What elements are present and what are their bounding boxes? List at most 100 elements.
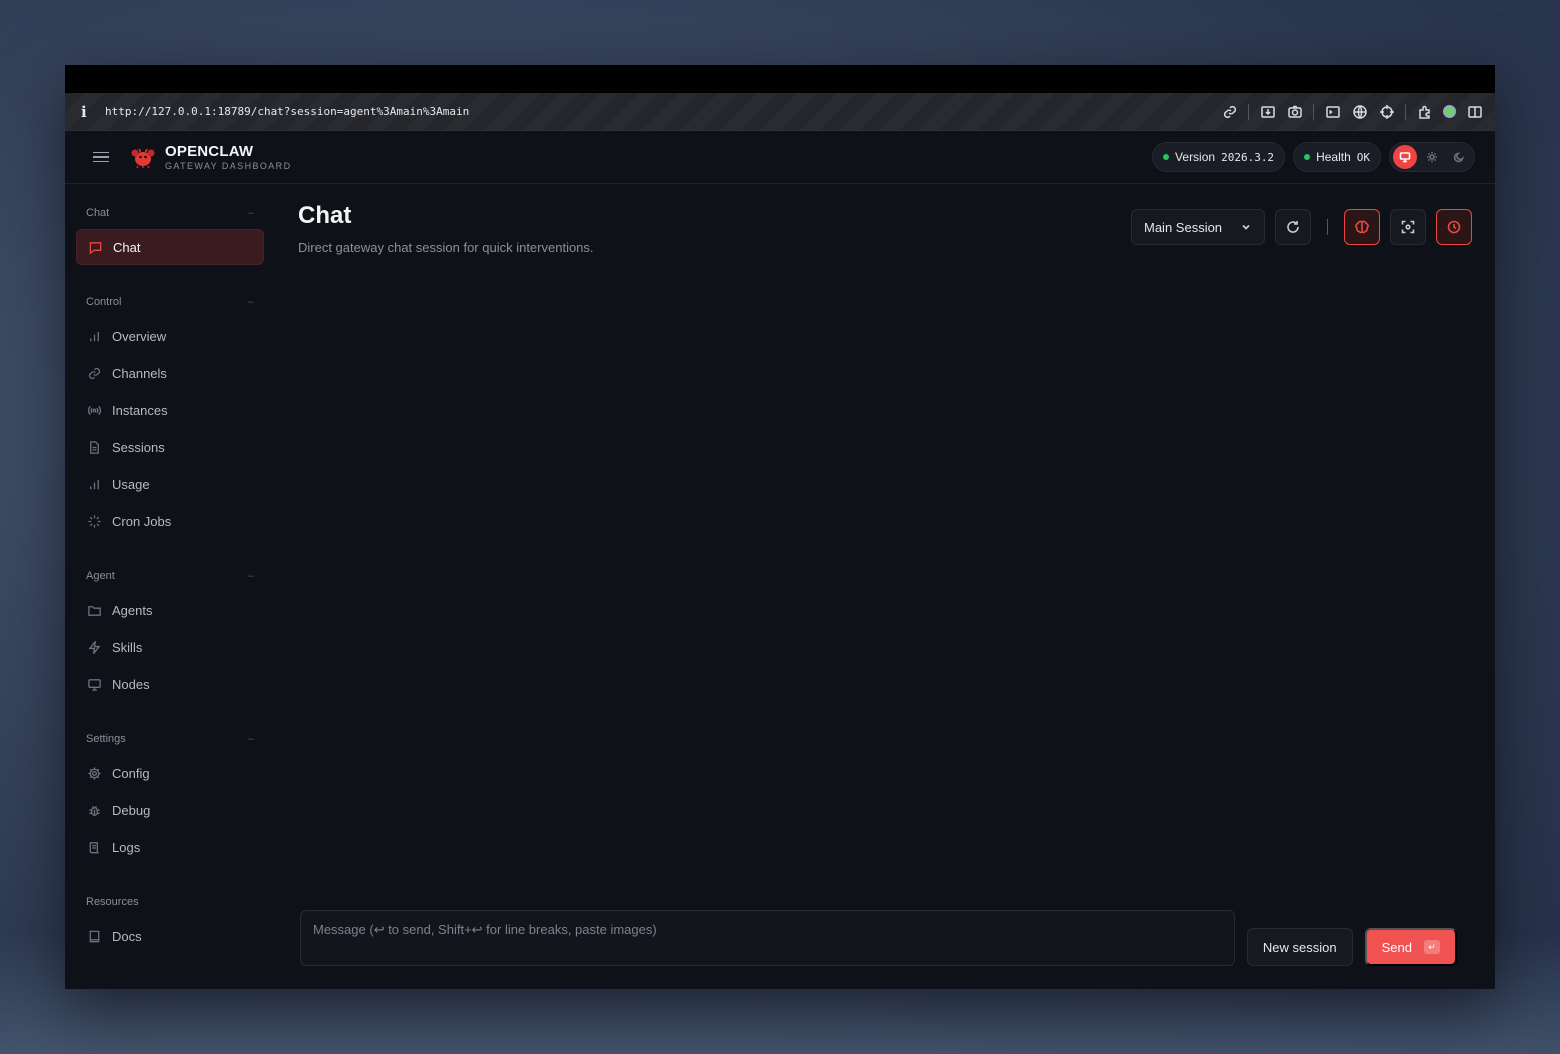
message-input[interactable] xyxy=(300,910,1235,966)
nav-group-chat: Chat – Chat xyxy=(76,198,264,265)
sidebar-item-logs[interactable]: Logs xyxy=(76,829,264,865)
nav-group-header[interactable]: Settings – xyxy=(76,724,264,754)
toolbar-divider xyxy=(1327,219,1328,235)
globe-icon[interactable] xyxy=(1351,103,1368,120)
thinking-toggle-button[interactable] xyxy=(1344,209,1380,245)
folder-icon xyxy=(88,605,101,616)
sidebar-item-label: Nodes xyxy=(112,676,150,692)
crosshair-icon[interactable] xyxy=(1378,103,1395,120)
version-label: Version xyxy=(1175,150,1216,164)
bar-chart-icon xyxy=(90,479,99,489)
browser-toolbar-icons xyxy=(1221,103,1483,120)
sidebar-item-skills[interactable]: Skills xyxy=(76,629,264,665)
sidebar-item-sessions[interactable]: Sessions xyxy=(76,429,264,465)
sidebar-item-instances[interactable]: Instances xyxy=(76,392,264,428)
sidebar-item-label: Skills xyxy=(112,639,143,655)
enter-key-icon: ↵ xyxy=(1424,940,1440,954)
sidebar-item-agents[interactable]: Agents xyxy=(76,592,264,628)
main-content: Chat Direct gateway chat session for qui… xyxy=(275,184,1495,989)
nav-group-header[interactable]: Chat – xyxy=(76,198,264,228)
sidebar-item-config[interactable]: Config xyxy=(76,755,264,791)
nav-group-header[interactable]: Control – xyxy=(76,287,264,317)
focus-mode-button[interactable] xyxy=(1390,209,1426,245)
theme-system-button[interactable] xyxy=(1393,145,1417,169)
focus-icon xyxy=(1401,220,1415,234)
collapse-icon[interactable]: – xyxy=(248,733,254,745)
health-badge: Health OK xyxy=(1293,142,1381,172)
collapse-icon[interactable]: – xyxy=(248,207,254,219)
theme-dark-button[interactable] xyxy=(1447,145,1471,169)
sidebar-item-label: Debug xyxy=(112,802,151,818)
book-icon xyxy=(89,930,100,942)
sidebar-item-nodes[interactable]: Nodes xyxy=(76,666,264,702)
bar-chart-icon xyxy=(90,331,99,341)
sidebar-toggle-icon[interactable] xyxy=(1466,103,1483,120)
sidebar-item-channels[interactable]: Channels xyxy=(76,355,264,391)
sidebar-item-usage[interactable]: Usage xyxy=(76,466,264,502)
nav-group-agent: Agent – Agents Skills Nodes xyxy=(76,561,264,702)
zap-icon xyxy=(88,640,101,654)
collapse-icon[interactable]: – xyxy=(248,570,254,582)
monitor-icon xyxy=(88,678,101,691)
header-status: Version 2026.3.2 Health OK xyxy=(1152,142,1475,172)
version-value: 2026.3.2 xyxy=(1221,150,1275,164)
send-button[interactable]: Send ↵ xyxy=(1364,928,1457,966)
nav-group-title: Agent xyxy=(86,570,115,582)
loader-icon xyxy=(88,514,101,528)
sidebar-item-docs[interactable]: Docs xyxy=(76,918,264,954)
brand-subtitle: GATEWAY DASHBOARD xyxy=(165,161,292,171)
sidebar-item-chat[interactable]: Chat xyxy=(76,229,264,265)
send-label: Send xyxy=(1381,939,1412,955)
nav-group-header[interactable]: Agent – xyxy=(76,561,264,591)
info-icon[interactable]: i xyxy=(81,103,93,121)
theme-switcher xyxy=(1389,142,1475,172)
sidebar: Chat – Chat Control – Overview Channels xyxy=(65,184,275,989)
terminal-icon[interactable] xyxy=(1324,103,1341,120)
version-badge: Version 2026.3.2 xyxy=(1152,142,1286,172)
sidebar-item-cron-jobs[interactable]: Cron Jobs xyxy=(76,503,264,539)
download-icon[interactable] xyxy=(1259,103,1276,120)
sidebar-item-label: Logs xyxy=(112,839,141,855)
brand: OPENCLAW GATEWAY DASHBOARD xyxy=(165,143,291,171)
collapse-icon[interactable]: – xyxy=(248,296,254,308)
extension-icon[interactable] xyxy=(1416,103,1433,120)
link-icon xyxy=(88,367,101,379)
sidebar-item-label: Overview xyxy=(112,328,167,344)
monitor-icon xyxy=(1399,152,1411,163)
url-field[interactable]: http://127.0.0.1:18789/chat?session=agen… xyxy=(105,105,1221,118)
gear-icon xyxy=(88,766,101,780)
browser-window: i http://127.0.0.1:18789/chat?session=ag… xyxy=(65,65,1495,989)
chat-composer: New session Send ↵ xyxy=(300,910,1457,966)
link-icon[interactable] xyxy=(1221,103,1238,120)
broadcast-icon xyxy=(87,405,102,415)
app-body: Chat – Chat Control – Overview Channels xyxy=(65,184,1495,989)
nav-group-title: Control xyxy=(86,296,122,308)
sidebar-item-debug[interactable]: Debug xyxy=(76,792,264,828)
nav-group-title: Settings xyxy=(86,733,126,745)
sun-icon xyxy=(1427,152,1437,162)
status-dot-icon xyxy=(1304,154,1311,160)
browser-toolbar: i http://127.0.0.1:18789/chat?session=ag… xyxy=(65,93,1495,131)
profile-status-icon[interactable] xyxy=(1443,105,1456,118)
sidebar-item-label: Sessions xyxy=(112,439,165,455)
toolbar-divider xyxy=(1405,103,1406,120)
status-dot-icon xyxy=(1163,154,1170,160)
sidebar-item-overview[interactable]: Overview xyxy=(76,318,264,354)
toolbar-divider xyxy=(1248,103,1249,120)
refresh-button[interactable] xyxy=(1275,209,1311,245)
camera-icon[interactable] xyxy=(1286,103,1303,120)
brain-icon xyxy=(1355,220,1369,234)
nav-group-control: Control – Overview Channels Instances Ses… xyxy=(76,287,264,539)
menu-icon[interactable] xyxy=(93,149,109,166)
app-header: OPENCLAW GATEWAY DASHBOARD Version 2026.… xyxy=(65,131,1495,184)
moon-icon xyxy=(1453,152,1464,163)
sidebar-item-label: Channels xyxy=(112,365,167,381)
openclaw-logo xyxy=(131,148,155,169)
nav-group-title: Chat xyxy=(86,207,110,219)
history-toggle-button[interactable] xyxy=(1436,209,1472,245)
sidebar-item-label: Cron Jobs xyxy=(112,513,172,529)
nav-group-header[interactable]: Resources xyxy=(76,887,264,917)
theme-light-button[interactable] xyxy=(1420,145,1444,169)
session-select[interactable]: Main Session xyxy=(1131,209,1265,245)
new-session-button[interactable]: New session xyxy=(1246,928,1353,966)
